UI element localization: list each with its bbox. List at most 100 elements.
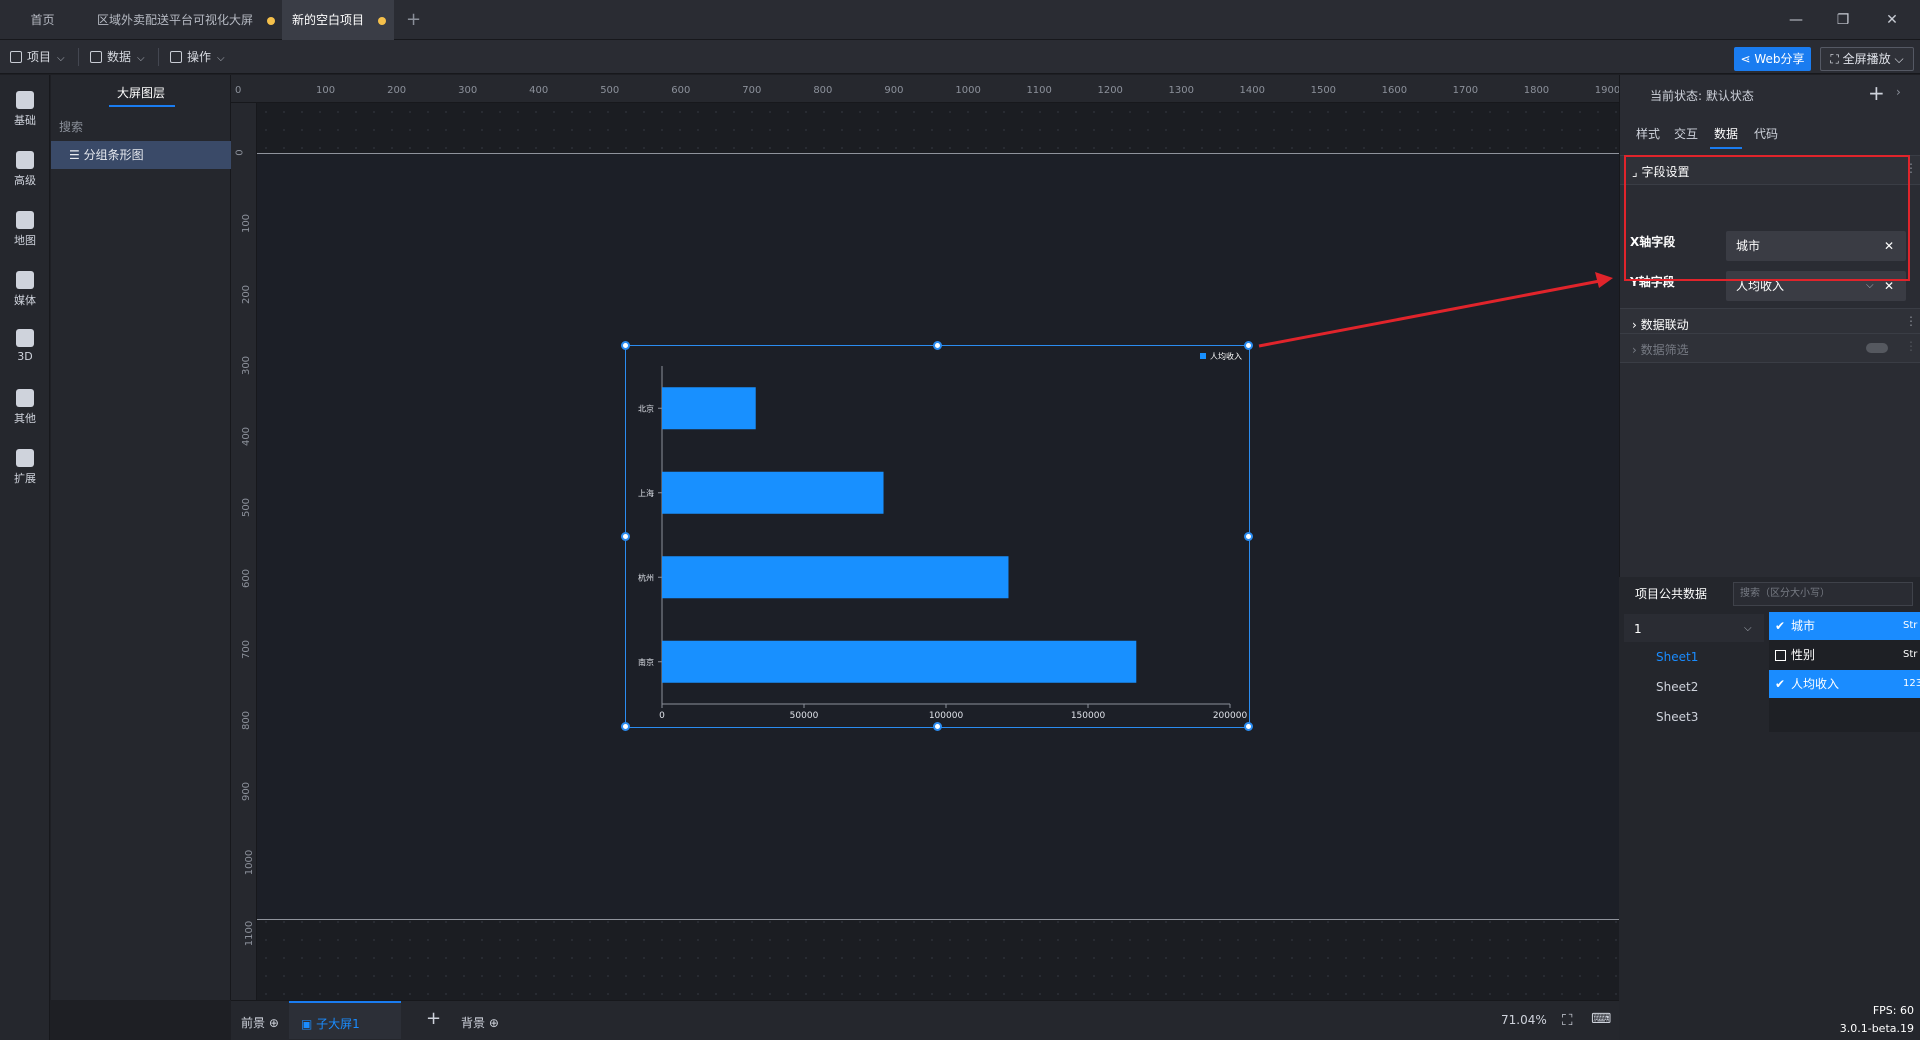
field-item[interactable]: ✔ 人均收入 123	[1769, 670, 1920, 698]
layer-panel: 大屏图层 搜索 ☰ 分组条形图	[51, 75, 231, 1000]
ruler-tick-label: 1200	[1097, 85, 1123, 96]
share-icon: ⋖	[1740, 52, 1755, 66]
button-label: 全屏播放	[1842, 52, 1891, 66]
tab-style[interactable]: 样式	[1636, 125, 1660, 142]
category-media[interactable]: 媒体	[0, 265, 50, 315]
fullscreen-play-button[interactable]: ⛶ 全屏播放 ⌵	[1820, 47, 1914, 71]
ruler-tick-label: 700	[241, 640, 253, 660]
unsaved-dot	[378, 16, 387, 25]
field-item[interactable]: ✔ 城市 Str	[1769, 612, 1920, 640]
ruler-tick-label: 200	[241, 285, 253, 305]
background-tab[interactable]: 背景 ⊕	[461, 1014, 499, 1031]
sheet-item[interactable]: Sheet3	[1624, 702, 1769, 732]
resize-handle[interactable]	[621, 722, 630, 731]
chevron-down-icon: ⌵	[1890, 52, 1904, 66]
bar	[662, 640, 1137, 683]
ruler-tick-label: 1700	[1452, 85, 1479, 96]
subscreen-tab[interactable]: ▣ 子大屏1	[289, 1001, 401, 1039]
ruler-tick-label: 100	[241, 213, 253, 234]
category-map[interactable]: 地图	[0, 205, 50, 255]
resize-handle[interactable]	[1244, 532, 1253, 541]
keyboard-icon[interactable]: ⌨	[1591, 1011, 1611, 1027]
crown-icon	[16, 151, 34, 169]
category-3d[interactable]: 3D	[0, 323, 50, 373]
zoom-level[interactable]: 71.04%	[1501, 1013, 1547, 1027]
category-label: 地图	[14, 234, 36, 247]
dataset-select[interactable]: 1 ⌵	[1624, 614, 1764, 644]
tab-data[interactable]: 数据	[1714, 125, 1738, 142]
public-data-search-input[interactable]: 搜索（区分大小写）	[1733, 582, 1913, 606]
resize-handle[interactable]	[933, 341, 942, 350]
tab-label: 区域外卖配送平台可视化大屏	[97, 13, 254, 27]
data-filter-section[interactable]: › 数据筛选 ⋮	[1620, 333, 1920, 363]
category-basic[interactable]: 基础	[0, 85, 50, 135]
tab-screen-layers[interactable]: 大屏图层	[51, 75, 231, 111]
field-item[interactable]: 性别 Str	[1769, 641, 1920, 669]
file-icon	[10, 51, 22, 63]
tab-interaction[interactable]: 交互	[1674, 125, 1698, 142]
resize-handle[interactable]	[621, 341, 630, 350]
annotation-arrow	[1258, 272, 1613, 348]
category-label: 高级	[14, 174, 36, 187]
layer-search-input[interactable]: 搜索	[59, 115, 223, 139]
add-circle-icon: ⊕	[268, 1016, 279, 1030]
chevron-right-icon[interactable]: ›	[1896, 85, 1901, 99]
foreground-tab[interactable]: 前景 ⊕	[241, 1014, 279, 1031]
x-tick-label: 0	[659, 711, 665, 721]
ruler-tick-label: 400	[241, 427, 253, 447]
map-icon	[16, 211, 34, 229]
category-extension[interactable]: 扩展	[0, 443, 50, 493]
tab-home[interactable]: 首页	[0, 0, 85, 40]
field-type: Str	[1903, 649, 1918, 660]
more-icon[interactable]: ⋮	[1905, 314, 1917, 328]
horizontal-ruler: 0 100 200 300 400 500 600 700 800 900 1000 1100 1200…	[231, 75, 1620, 103]
close-icon[interactable]: ✕	[1882, 10, 1902, 30]
resize-handle[interactable]	[621, 532, 630, 541]
resize-handle[interactable]	[933, 722, 942, 731]
tab-project-dashboard[interactable]: 区域外卖配送平台可视化大屏	[85, 0, 280, 40]
project-menu[interactable]: 项目 ⌵	[10, 40, 65, 74]
minimize-icon[interactable]: —	[1786, 10, 1806, 30]
ruler-tick-label: 1600	[1381, 85, 1408, 96]
data-menu[interactable]: 数据 ⌵	[90, 40, 145, 74]
fullscreen-icon: ⛶	[1830, 52, 1843, 66]
layer-item[interactable]: ☰ 分组条形图	[51, 141, 231, 169]
sheet-item[interactable]: Sheet1	[1624, 642, 1769, 672]
add-tab-icon[interactable]: +	[406, 0, 426, 40]
x-tick-label: 200000	[1213, 711, 1248, 721]
public-data-title: 项目公共数据	[1635, 587, 1708, 601]
field-name: 性别	[1791, 648, 1816, 662]
ruler-tick-label: 300	[458, 85, 478, 96]
active-tab-underline	[109, 105, 175, 107]
web-share-button[interactable]: ⋖ Web分享	[1734, 47, 1811, 71]
add-subscreen-icon[interactable]: +	[426, 1008, 441, 1029]
operate-menu[interactable]: 操作 ⌵	[170, 40, 225, 74]
menu-label: 数据	[107, 50, 132, 64]
bar-chart-widget[interactable]: 0 50000 100000 150000 200000 北京 上海 杭州 南京 人均收入	[621, 341, 1253, 731]
fps-readout: FPS: 60	[1872, 1004, 1914, 1017]
section-header: › 数据筛选	[1632, 343, 1689, 357]
field-name: 人均收入	[1791, 677, 1840, 691]
fit-screen-icon[interactable]: ⛶	[1562, 1011, 1573, 1029]
ruler-tick-label: 200	[387, 85, 407, 96]
chevron-down-icon: ⌵	[217, 53, 225, 64]
x-tick-label: 150000	[1071, 711, 1106, 721]
add-state-icon[interactable]: +	[1868, 81, 1885, 105]
category-label: 媒体	[14, 294, 36, 307]
resize-handle[interactable]	[1244, 341, 1253, 350]
field-value: 人均收入	[1736, 279, 1785, 293]
ruler-tick-label: 1500	[1310, 85, 1337, 96]
category-advanced[interactable]: 高级	[0, 145, 50, 195]
category-other[interactable]: 其他	[0, 383, 50, 433]
screen-icon: ▣	[301, 1017, 317, 1031]
tab-new-project[interactable]: 新的空白项目	[282, 0, 394, 40]
database-icon	[90, 51, 102, 63]
more-icon[interactable]: ⋮	[1905, 339, 1917, 353]
tab-code[interactable]: 代码	[1754, 125, 1778, 142]
restore-icon[interactable]: ❐	[1833, 10, 1853, 30]
filter-toggle[interactable]	[1866, 343, 1888, 353]
ruler-tick-label: 100	[316, 85, 336, 96]
sheet-item[interactable]: Sheet2	[1624, 672, 1769, 702]
resize-handle[interactable]	[1244, 722, 1253, 731]
state-value[interactable]: 默认状态	[1706, 89, 1754, 103]
